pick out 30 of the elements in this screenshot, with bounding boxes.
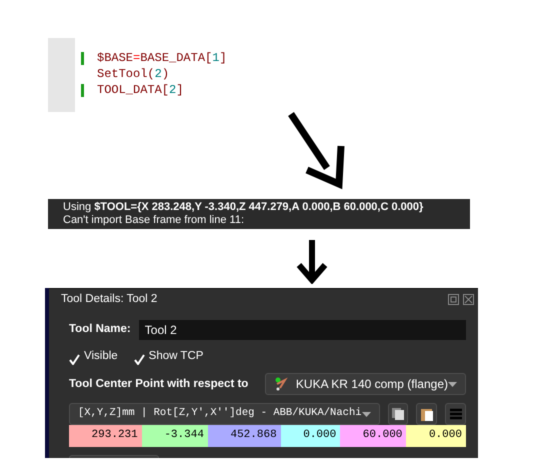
menu-icon [448,408,463,420]
value-field[interactable]: 0.000 [406,425,466,448]
paste-icon [420,406,434,422]
menu-button[interactable] [445,403,466,426]
copy-button[interactable] [388,403,408,426]
caret-icon [362,412,371,417]
undock-icon[interactable] [448,294,459,305]
tool-name-field[interactable]: Tool 2 [138,320,466,340]
log-line: Can't import Base frame from line 11: [63,214,244,227]
field-label: Tool Center Point with respect to [69,376,250,392]
copy-icon [390,407,405,422]
panel-title: Tool Details: Tool 2 [61,292,158,307]
field-label: Tool Name: [69,322,131,338]
reference-dropdown[interactable]: KUKA KR 140 comp (flange) [264,373,466,396]
value-field[interactable]: 293.231 [69,425,142,448]
code-line: TOOL_DATA[2] [97,82,184,98]
code-line: SetTool(2) [97,66,170,82]
checkbox[interactable]: Visible [69,348,118,366]
checkbox[interactable]: Show TCP [134,348,204,366]
paste-button[interactable] [416,403,438,426]
value-field[interactable]: -3.344 [142,425,208,448]
value-field[interactable]: 60.000 [340,425,406,448]
format-dropdown[interactable]: [X,Y,Z]mm | Rot[Z,Y',X'']deg - ABB/KUKA/Nachi [69,403,380,426]
value-field[interactable]: 452.868 [208,425,281,448]
robot-icon [274,377,288,392]
code-line: $BASE=BASE_DATA[1] [97,50,227,66]
value-field[interactable]: 0.000 [280,425,340,448]
log-line: Using $TOOL={X 283.248,Y -3.340,Z 447.279,A 0.000,B 60.000,C 0.000} [63,201,424,214]
close-icon[interactable] [463,294,474,305]
caret-icon [448,382,457,387]
